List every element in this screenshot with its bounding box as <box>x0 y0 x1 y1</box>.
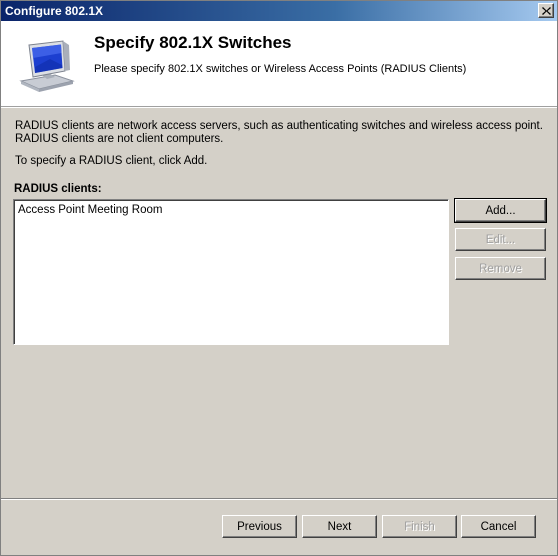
finish-button[interactable]: Finish <box>382 515 457 538</box>
radius-clients-label: RADIUS clients: <box>14 183 102 195</box>
page-subtitle: Please specify 802.1X switches or Wirele… <box>94 63 467 75</box>
title-bar[interactable]: Configure 802.1X <box>1 1 557 21</box>
configure-8021x-dialog: Configure 802.1X Specify 802.1X Switches… <box>0 0 558 556</box>
description-text: RADIUS clients are network access server… <box>15 120 545 146</box>
edit-button[interactable]: Edit... <box>455 228 546 251</box>
instruction-text: To specify a RADIUS client, click Add. <box>15 155 208 167</box>
previous-button[interactable]: Previous <box>222 515 297 538</box>
window-title: Configure 802.1X <box>5 4 104 18</box>
computer-monitor-icon <box>15 37 79 93</box>
footer-divider <box>1 498 557 500</box>
description-line-1: RADIUS clients are network access server… <box>15 120 543 132</box>
next-button[interactable]: Next <box>302 515 377 538</box>
close-button[interactable] <box>538 3 554 18</box>
page-title: Specify 802.1X Switches <box>94 33 292 52</box>
close-icon <box>541 6 551 15</box>
remove-button[interactable]: Remove <box>455 257 546 280</box>
radius-clients-list[interactable]: Access Point Meeting Room <box>13 199 449 345</box>
add-button[interactable]: Add... <box>454 198 547 223</box>
header-divider <box>1 107 557 108</box>
description-line-2: RADIUS clients are not client computers. <box>15 133 224 145</box>
cancel-button[interactable]: Cancel <box>461 515 536 538</box>
wizard-header: Specify 802.1X Switches Please specify 8… <box>1 21 557 107</box>
list-item[interactable]: Access Point Meeting Room <box>17 203 445 217</box>
